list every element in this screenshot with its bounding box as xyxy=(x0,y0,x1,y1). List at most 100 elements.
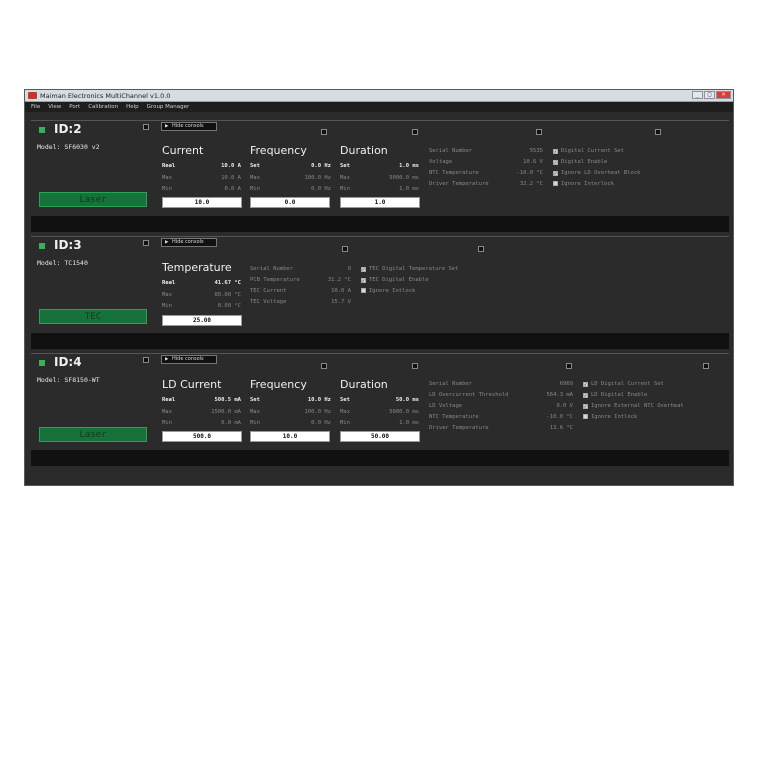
info-value: 31.2 °C xyxy=(327,277,351,283)
row-value: 10.0 Hz xyxy=(307,397,331,403)
checkbox-digital-enable[interactable]: Digital Enable xyxy=(553,159,607,165)
hide-consoles-button[interactable]: Hide consols xyxy=(161,122,217,131)
info-value: 6969 xyxy=(559,381,573,387)
current-setpoint-input[interactable]: 10.0 xyxy=(162,197,242,208)
frequency-setpoint-input[interactable]: 10.0 xyxy=(250,431,330,442)
section-menu-icon[interactable] xyxy=(566,363,572,369)
checkbox-ignore-ld-overheat[interactable]: Ignore LD Overheat Block xyxy=(553,170,640,176)
info-value: 10.0 A xyxy=(331,288,351,294)
info-value: -10.0 °C xyxy=(516,170,544,176)
section-menu-icon[interactable] xyxy=(703,363,709,369)
temperature-setpoint-input[interactable]: 25.00 xyxy=(162,315,242,326)
checkbox-tec-digital-temperature-set[interactable]: TEC Digital Temperature Set xyxy=(361,266,458,272)
info-value: 0.0 V xyxy=(556,403,573,409)
info-value: 564.3 mA xyxy=(546,392,574,398)
row-label: Min xyxy=(162,303,172,309)
row-value: 10.0 A xyxy=(221,163,241,169)
row-label: Set xyxy=(250,397,260,403)
section-menu-icon[interactable] xyxy=(655,129,661,135)
info-label: PCB Temperature xyxy=(250,277,300,283)
minimize-button[interactable]: _ xyxy=(692,91,703,99)
laser-enable-button[interactable]: Laser xyxy=(39,427,147,442)
duration-setpoint-input[interactable]: 50.00 xyxy=(340,431,420,442)
hide-consoles-button[interactable]: Hide consols xyxy=(161,355,217,364)
section-title-frequency: Frequency xyxy=(250,144,307,157)
window-controls: _ □ × xyxy=(692,91,731,99)
row-label: Max xyxy=(162,409,172,415)
device-model: Model: SF8150-WT xyxy=(37,376,100,384)
info-label: NTC Temperature xyxy=(429,414,479,420)
info-value: -10.0 °C xyxy=(546,414,574,420)
info-value: 13.6 °C xyxy=(549,425,573,431)
checkbox-ignore-interlock[interactable]: Ignore Intlock xyxy=(583,414,637,420)
section-menu-icon[interactable] xyxy=(412,129,418,135)
frequency-setpoint-input[interactable]: 0.0 xyxy=(250,197,330,208)
device-panel-id4: ID:4 Model: SF8150-WT Laser Hide consols… xyxy=(31,353,729,474)
row-value: 10.0 A xyxy=(221,175,241,181)
section-title-current: Current xyxy=(162,144,204,157)
checkbox-ignore-interlock[interactable]: Ignore Interlock xyxy=(553,181,614,187)
info-value: 10.6 V xyxy=(523,159,543,165)
row-label: Max xyxy=(340,409,350,415)
row-value: 1500.0 mA xyxy=(211,409,241,415)
title-bar: Maiman Electronics MultiChannel v1.0.0 _… xyxy=(25,90,733,102)
info-label: Driver Temperature xyxy=(429,181,489,187)
collapse-icon[interactable] xyxy=(143,357,149,363)
log-bar xyxy=(31,450,729,466)
section-menu-icon[interactable] xyxy=(412,363,418,369)
menu-calibration[interactable]: Calibration xyxy=(88,104,118,110)
row-label: Min xyxy=(340,186,350,192)
checkbox-tec-digital-enable[interactable]: TEC Digital Enable xyxy=(361,277,429,283)
checkbox-digital-current-set[interactable]: Digital Current Set xyxy=(553,148,624,154)
checkbox-ignore-external-ntc-overheat[interactable]: Ignore External NTC Overheat xyxy=(583,403,684,409)
log-bar xyxy=(31,333,729,349)
row-label: Real xyxy=(162,163,176,169)
duration-setpoint-input[interactable]: 1.0 xyxy=(340,197,420,208)
info-label: LD Overcurrent Threshold xyxy=(429,392,509,398)
menu-help[interactable]: Help xyxy=(126,104,139,110)
row-value: 41.67 °C xyxy=(214,280,242,286)
laser-enable-button[interactable]: Laser xyxy=(39,192,147,207)
row-label: Max xyxy=(162,175,172,181)
row-value: 100.0 Hz xyxy=(304,409,332,415)
close-button[interactable]: × xyxy=(716,91,731,99)
row-value: 80.00 °C xyxy=(214,292,242,298)
status-led-icon xyxy=(39,360,45,366)
checkbox-ld-digital-current-set[interactable]: LD Digital Current Set xyxy=(583,381,664,387)
section-title-ld-current: LD Current xyxy=(162,378,222,391)
row-value: 1.0 ms xyxy=(399,163,419,169)
info-label: TEC Current xyxy=(250,288,287,294)
tec-enable-button[interactable]: TEC xyxy=(39,309,147,324)
checkbox-ignore-interlock[interactable]: Ignore Intlock xyxy=(361,288,415,294)
menu-group-manager[interactable]: Group Manager xyxy=(147,104,190,110)
app-logo-icon xyxy=(28,92,37,99)
row-label: Max xyxy=(162,292,172,298)
section-menu-icon[interactable] xyxy=(478,246,484,252)
device-id: ID:3 xyxy=(54,238,82,252)
row-value: 1.0 ms xyxy=(399,420,419,426)
ld-current-setpoint-input[interactable]: 500.0 xyxy=(162,431,242,442)
row-label: Min xyxy=(162,186,172,192)
row-value: 0.0 A xyxy=(224,186,241,192)
section-menu-icon[interactable] xyxy=(536,129,542,135)
row-value: 0.0 Hz xyxy=(311,186,331,192)
row-value: 500.5 mA xyxy=(214,397,242,403)
section-menu-icon[interactable] xyxy=(342,246,348,252)
collapse-icon[interactable] xyxy=(143,240,149,246)
device-model: Model: TC1540 xyxy=(37,259,88,267)
section-menu-icon[interactable] xyxy=(321,363,327,369)
device-id: ID:2 xyxy=(54,122,82,136)
row-value: 50.0 ms xyxy=(395,397,419,403)
menu-port[interactable]: Port xyxy=(69,104,80,110)
device-panel-id3: ID:3 Model: TC1540 TEC Hide consols Temp… xyxy=(31,236,729,351)
maximize-button[interactable]: □ xyxy=(704,91,715,99)
collapse-icon[interactable] xyxy=(143,124,149,130)
menu-file[interactable]: File xyxy=(31,104,40,110)
section-menu-icon[interactable] xyxy=(321,129,327,135)
row-value: 0.0 Hz xyxy=(311,163,331,169)
checkbox-ld-digital-enable[interactable]: LD Digital Enable xyxy=(583,392,647,398)
log-bar xyxy=(31,216,729,232)
info-label: NTC Temperature xyxy=(429,170,479,176)
hide-consoles-button[interactable]: Hide consols xyxy=(161,238,217,247)
menu-view[interactable]: View xyxy=(48,104,61,110)
